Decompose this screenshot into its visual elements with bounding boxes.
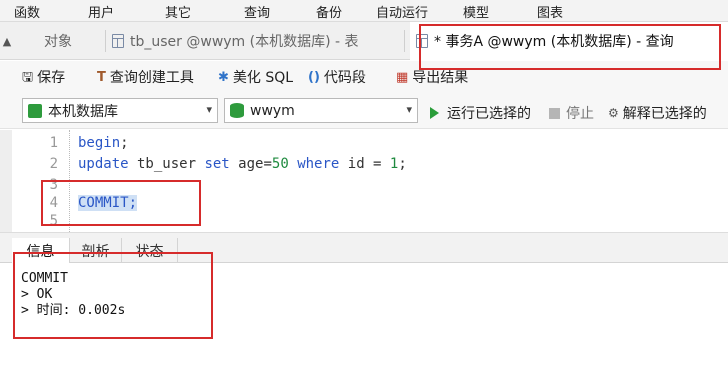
tab-tb-user[interactable]: tb_user @wwym (本机数据库) - 表 — [112, 22, 359, 60]
database-icon — [230, 103, 244, 118]
code-text: tb_user — [128, 156, 205, 172]
tab-objects[interactable]: 对象 — [44, 22, 72, 60]
tab-profile[interactable]: 剖析 — [70, 238, 122, 263]
query-builder-label: 查询创建工具 — [109, 70, 194, 86]
menu-model[interactable]: 模型 — [463, 2, 489, 21]
menu-bar: 函数 用户 其它 查询 备份 自动运行 模型 图表 — [0, 0, 728, 22]
stop-icon — [549, 107, 560, 119]
tab-profile-label: 剖析 — [81, 243, 110, 260]
explain-icon: ⚙ — [608, 106, 619, 120]
menu-automation[interactable]: 自动运行 — [376, 2, 428, 21]
connection-value: 本机数据库 — [48, 103, 118, 120]
run-selected-label: 运行已选择的 — [447, 106, 531, 122]
save-button[interactable]: 🖫 保存 — [22, 67, 65, 87]
save-label: 保存 — [37, 70, 66, 86]
save-icon: 🖫 — [22, 69, 34, 85]
database-value: wwym — [250, 102, 295, 119]
magic-wand-icon: ✱ — [218, 69, 229, 85]
tab-transaction-query[interactable]: * 事务A @wwym (本机数据库) - 查询 — [410, 22, 728, 60]
connection-select[interactable]: 本机数据库 ▾ — [22, 98, 218, 123]
table-icon — [112, 34, 124, 48]
code-text: ; — [120, 135, 129, 151]
stop-button[interactable]: 停止 — [549, 103, 594, 123]
number-literal: 50 — [271, 156, 289, 172]
line-number: 5 — [49, 213, 58, 229]
code-text: ; — [398, 156, 407, 172]
export-label: 导出结果 — [412, 70, 469, 86]
line-number: 4 — [49, 195, 58, 211]
stop-label: 停止 — [566, 106, 594, 122]
export-icon: ▦ — [396, 69, 409, 85]
output-line: > 时间: 0.002s — [21, 303, 126, 318]
keyword-begin: begin — [78, 135, 121, 151]
code-text: id = — [339, 156, 390, 172]
keyword-where: where — [297, 156, 340, 172]
beautify-label: 美化 SQL — [232, 70, 294, 86]
line-number: 1 — [49, 135, 58, 151]
tab-bar: ▲ 对象 tb_user @wwym (本机数据库) - 表 * 事务A @ww… — [0, 22, 728, 60]
hammer-icon: T — [97, 69, 106, 85]
keyword-set: set — [204, 156, 230, 172]
output-line: COMMIT — [21, 271, 68, 286]
tab-objects-label: 对象 — [44, 34, 72, 50]
menu-others[interactable]: 其它 — [165, 2, 191, 21]
menu-query[interactable]: 查询 — [244, 2, 270, 21]
code-line: 2 update tb_user set age=50 where id = 1… — [0, 154, 728, 175]
menu-chart[interactable]: 图表 — [537, 2, 563, 21]
chevron-down-icon: ▾ — [406, 103, 412, 116]
connection-bar: 本机数据库 ▾ wwym ▾ 运行已选择的 停止 ⚙ 解释已选择的 — [0, 93, 728, 129]
tab-scroll-up-icon[interactable]: ▲ — [0, 22, 14, 60]
selected-commit: COMMIT; — [78, 195, 138, 211]
snippet-label: 代码段 — [323, 70, 366, 86]
query-toolbar: 🖫 保存 T 查询创建工具 ✱ 美化 SQL () 代码段 ▦ 导出结果 — [0, 61, 728, 93]
menu-users[interactable]: 用户 — [88, 2, 114, 21]
connection-icon — [28, 103, 42, 118]
result-tab-bar: 信息 剖析 状态 — [0, 238, 728, 263]
menu-backup[interactable]: 备份 — [316, 2, 342, 21]
run-selected-button[interactable]: 运行已选择的 — [430, 103, 531, 123]
query-builder-button[interactable]: T 查询创建工具 — [97, 67, 194, 87]
beautify-sql-button[interactable]: ✱ 美化 SQL — [218, 67, 293, 87]
play-icon — [430, 107, 439, 119]
export-results-button[interactable]: ▦ 导出结果 — [396, 67, 468, 87]
code-snippet-button[interactable]: () 代码段 — [308, 67, 366, 87]
code-line: 5 — [0, 211, 728, 232]
tab-divider — [404, 30, 405, 52]
database-select[interactable]: wwym ▾ — [224, 98, 418, 123]
line-number: 2 — [49, 156, 58, 172]
tab-tb-user-label: tb_user @wwym (本机数据库) - 表 — [130, 34, 359, 50]
explain-selected-button[interactable]: ⚙ 解释已选择的 — [608, 103, 707, 123]
output-line: > OK — [21, 287, 53, 302]
message-output: COMMIT > OK > 时间: 0.002s — [21, 271, 125, 319]
keyword-update: update — [78, 156, 129, 172]
chevron-down-icon: ▾ — [206, 103, 212, 116]
tab-status-label: 状态 — [135, 243, 164, 260]
tab-status[interactable]: 状态 — [122, 238, 178, 263]
menu-functions[interactable]: 函数 — [14, 2, 40, 21]
code-text: age= — [229, 156, 272, 172]
tab-transaction-label: * 事务A @wwym (本机数据库) - 查询 — [434, 34, 674, 50]
explain-label: 解释已选择的 — [622, 106, 707, 122]
sql-editor[interactable]: 1 begin; 2 update tb_user set age=50 whe… — [0, 130, 728, 232]
query-icon — [416, 34, 428, 48]
parentheses-icon: () — [308, 69, 320, 85]
tab-info-label: 信息 — [26, 243, 55, 260]
tab-info[interactable]: 信息 — [12, 238, 70, 263]
line-number: 3 — [49, 177, 58, 193]
tab-divider — [105, 30, 106, 52]
code-line: 1 begin; — [0, 133, 728, 154]
